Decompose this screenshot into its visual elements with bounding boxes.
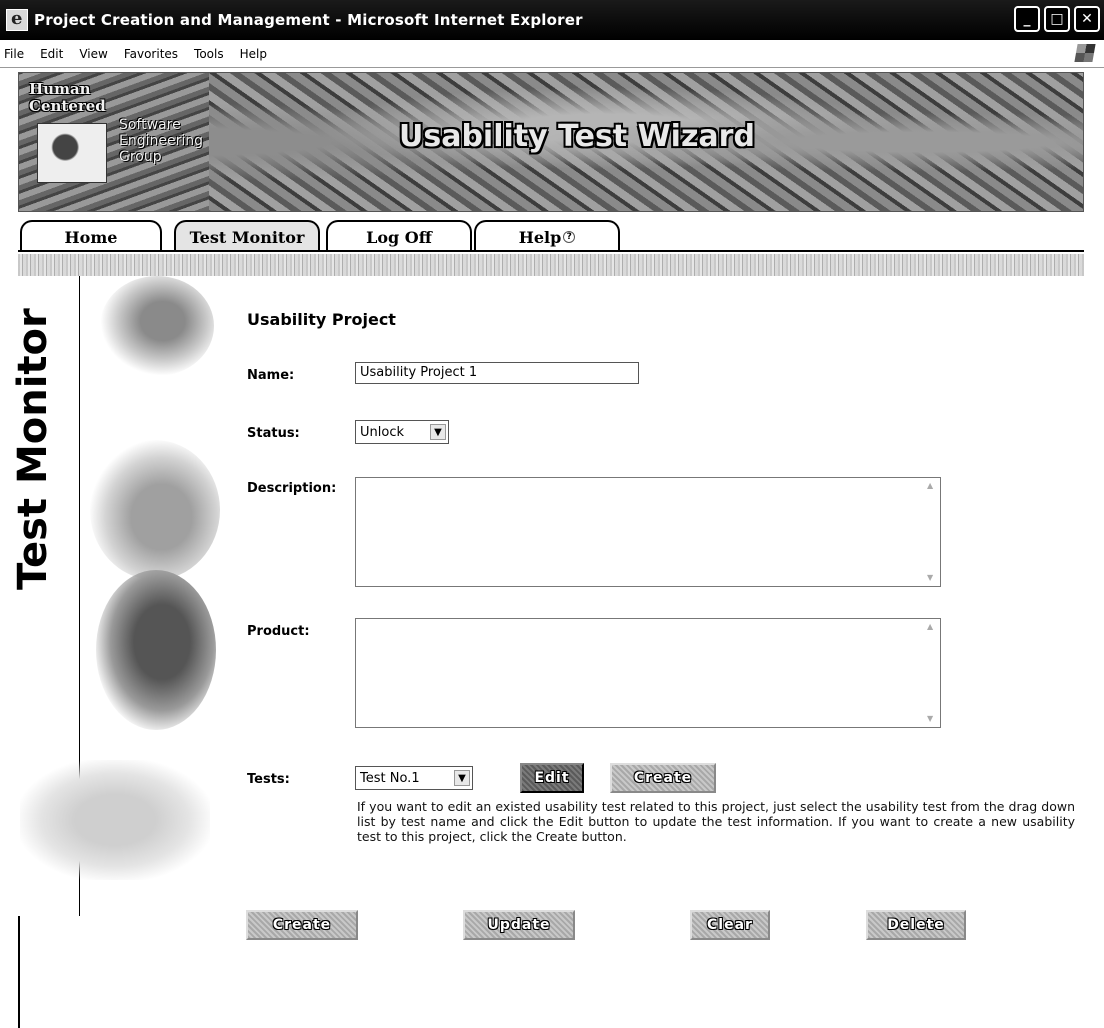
product-textarea[interactable]: ▲ ▼ — [355, 618, 941, 728]
name-input[interactable]: Usability Project 1 — [355, 362, 639, 384]
maximize-button[interactable]: □ — [1044, 6, 1070, 32]
windows-logo-icon — [1074, 44, 1096, 62]
update-button[interactable]: Update — [463, 910, 575, 940]
decorative-sphere — [100, 276, 214, 376]
close-button[interactable]: ✕ — [1074, 6, 1100, 32]
window-controls: _ □ ✕ — [1014, 6, 1100, 32]
divider — [18, 916, 20, 1028]
window-title: Project Creation and Management - Micros… — [34, 11, 583, 29]
title-bar: Project Creation and Management - Micros… — [0, 0, 1104, 40]
tests-label: Tests: — [247, 772, 290, 787]
chevron-down-icon[interactable]: ▼ — [454, 770, 470, 786]
scroll-up-icon[interactable]: ▲ — [927, 481, 937, 491]
delete-button[interactable]: Delete — [866, 910, 966, 940]
tab-help[interactable]: Help? — [474, 220, 620, 252]
menu-bar: File Edit View Favorites Tools Help — [0, 40, 1104, 68]
tab-test-monitor[interactable]: Test Monitor — [174, 220, 320, 252]
tests-select[interactable]: Test No.1 ▼ — [355, 766, 473, 790]
status-label: Status: — [247, 426, 300, 441]
ie-icon — [6, 8, 28, 31]
tab-log-off[interactable]: Log Off — [326, 220, 472, 252]
decorative-band — [18, 254, 1084, 276]
banner: Human Centered Software Engineering Grou… — [18, 72, 1084, 212]
banner-title: Usability Test Wizard — [399, 119, 755, 154]
decorative-sphere — [96, 570, 216, 730]
group-logo: Human Centered Software Engineering Grou… — [19, 73, 209, 211]
menu-view[interactable]: View — [79, 47, 107, 61]
name-label: Name: — [247, 368, 295, 383]
create-button[interactable]: Create — [246, 910, 358, 940]
clear-button[interactable]: Clear — [690, 910, 770, 940]
logo-image — [37, 123, 107, 183]
tab-home[interactable]: Home — [20, 220, 162, 252]
status-value: Unlock — [360, 424, 404, 440]
decorative-sphere — [90, 440, 220, 580]
chevron-down-icon[interactable]: ▼ — [430, 424, 446, 440]
edit-test-button[interactable]: Edit — [520, 763, 584, 793]
scroll-up-icon[interactable]: ▲ — [927, 622, 937, 632]
description-textarea[interactable]: ▲ ▼ — [355, 477, 941, 587]
logo-text-hc: Human Centered — [29, 80, 106, 115]
minimize-button[interactable]: _ — [1014, 6, 1040, 32]
tab-bar: Home Test Monitor Log Off Help? — [18, 216, 1084, 252]
scroll-down-icon[interactable]: ▼ — [927, 573, 937, 583]
sidebar-title: Test Monitor — [10, 308, 56, 590]
product-label: Product: — [247, 624, 310, 639]
menu-edit[interactable]: Edit — [40, 47, 63, 61]
menu-favorites[interactable]: Favorites — [124, 47, 178, 61]
create-test-button[interactable]: Create — [610, 763, 716, 793]
status-select[interactable]: Unlock ▼ — [355, 420, 449, 444]
tests-help-text: If you want to edit an existed usability… — [357, 799, 1075, 844]
tests-value: Test No.1 — [360, 770, 420, 786]
section-title: Usability Project — [247, 310, 396, 329]
scroll-down-icon[interactable]: ▼ — [927, 714, 937, 724]
menu-tools[interactable]: Tools — [194, 47, 224, 61]
menu-help[interactable]: Help — [240, 47, 267, 61]
menu-file[interactable]: File — [4, 47, 24, 61]
help-icon: ? — [563, 231, 576, 243]
tab-help-label: Help — [518, 227, 562, 247]
decorative-shape — [20, 760, 210, 880]
logo-text-seg: Software Engineering Group — [119, 117, 203, 165]
description-label: Description: — [247, 481, 337, 496]
